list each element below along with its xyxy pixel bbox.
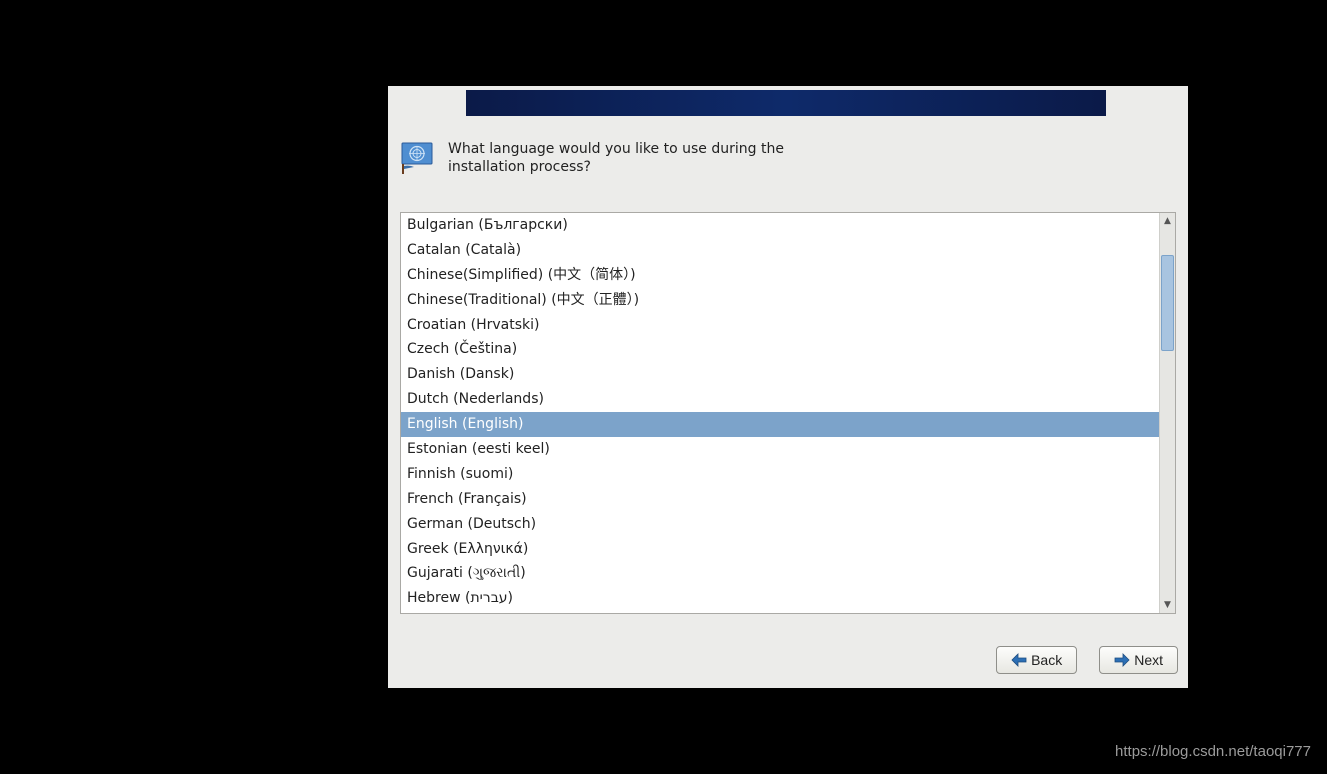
language-option[interactable]: Hindi (हिन्दी)	[401, 611, 1159, 613]
prompt-row: What language would you like to use duri…	[400, 141, 788, 176]
language-option[interactable]: Greek (Ελληνικά)	[401, 537, 1159, 562]
next-button[interactable]: Next	[1099, 646, 1178, 674]
next-arrow-icon	[1114, 653, 1130, 667]
scroll-down-arrow[interactable]: ▼	[1160, 597, 1175, 613]
language-option[interactable]: English (English)	[401, 412, 1159, 437]
scroll-thumb[interactable]	[1161, 255, 1174, 351]
language-option[interactable]: Chinese(Traditional) (中文（正體）)	[401, 288, 1159, 313]
language-option[interactable]: Czech (Čeština)	[401, 337, 1159, 362]
header-banner	[466, 90, 1106, 116]
flag-icon	[400, 141, 436, 175]
language-option[interactable]: Finnish (suomi)	[401, 462, 1159, 487]
watermark: https://blog.csdn.net/taoqi777	[1115, 743, 1311, 760]
language-list[interactable]: Bulgarian (Български)Catalan (Català)Chi…	[401, 213, 1159, 613]
next-label: Next	[1134, 652, 1163, 668]
language-option[interactable]: German (Deutsch)	[401, 512, 1159, 537]
language-option[interactable]: French (Français)	[401, 487, 1159, 512]
language-option[interactable]: Estonian (eesti keel)	[401, 437, 1159, 462]
prompt-text: What language would you like to use duri…	[448, 141, 788, 176]
installer-window: What language would you like to use duri…	[388, 86, 1188, 688]
back-button[interactable]: Back	[996, 646, 1077, 674]
scrollbar[interactable]: ▲ ▼	[1159, 213, 1175, 613]
language-option[interactable]: Croatian (Hrvatski)	[401, 313, 1159, 338]
nav-button-row: Back Next	[996, 646, 1178, 674]
language-option[interactable]: Hebrew (עברית)	[401, 586, 1159, 611]
language-option[interactable]: Danish (Dansk)	[401, 362, 1159, 387]
back-label: Back	[1031, 652, 1062, 668]
language-option[interactable]: Catalan (Català)	[401, 238, 1159, 263]
language-option[interactable]: Bulgarian (Български)	[401, 213, 1159, 238]
language-list-wrapper: Bulgarian (Български)Catalan (Català)Chi…	[400, 212, 1176, 614]
scroll-up-arrow[interactable]: ▲	[1160, 213, 1175, 229]
language-option[interactable]: Chinese(Simplified) (中文（简体）)	[401, 263, 1159, 288]
language-option[interactable]: Gujarati (ગુજરાતી)	[401, 561, 1159, 586]
language-option[interactable]: Dutch (Nederlands)	[401, 387, 1159, 412]
back-arrow-icon	[1011, 653, 1027, 667]
